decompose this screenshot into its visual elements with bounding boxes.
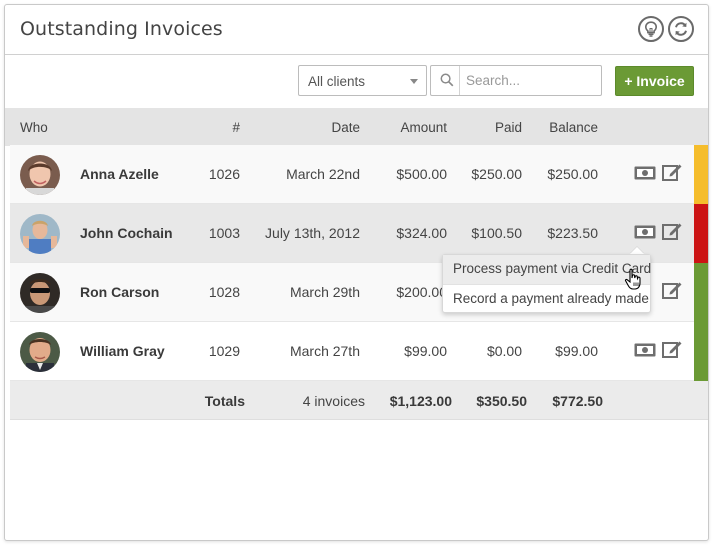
- invoice-amount: $324.00: [396, 225, 447, 241]
- status-bar-warning: [694, 145, 708, 204]
- invoice-balance: $250.00: [547, 166, 598, 182]
- lightbulb-icon: [644, 21, 658, 37]
- invoice-paid: $250.00: [471, 166, 522, 182]
- totals-paid: $350.50: [476, 393, 527, 409]
- panel-header: Outstanding Invoices: [5, 5, 708, 55]
- avatar: [20, 214, 60, 254]
- search-divider: [459, 66, 460, 95]
- invoice-paid: $0.00: [486, 343, 522, 359]
- avatar: [20, 273, 60, 313]
- invoice-amount: $200.00: [396, 284, 447, 300]
- edit-icon[interactable]: [662, 221, 683, 241]
- search-input[interactable]: [466, 70, 594, 91]
- client-name: Anna Azelle: [80, 166, 159, 182]
- col-paid: Paid: [494, 120, 522, 135]
- totals-row: Totals 4 invoices $1,123.00 $350.50 $772…: [10, 381, 708, 420]
- totals-amount: $1,123.00: [389, 393, 452, 409]
- client-filter-value: All clients: [308, 74, 366, 89]
- table-row[interactable]: Anna Azelle 1026 March 22nd $500.00 $250…: [10, 145, 694, 204]
- search-box: [430, 65, 602, 96]
- payment-menu: Process payment via Credit Card Record a…: [442, 254, 651, 313]
- table-row[interactable]: William Gray 1029 March 27th $99.00 $0.0…: [10, 322, 694, 381]
- status-bar-ok: [694, 263, 708, 322]
- invoice-amount: $500.00: [396, 166, 447, 182]
- invoice-paid: $100.50: [471, 225, 522, 241]
- status-bar-ok: [694, 322, 708, 381]
- cash-payment-icon[interactable]: [634, 225, 656, 239]
- col-who: Who: [20, 120, 48, 135]
- dropdown-arrow: [630, 247, 644, 254]
- menu-item-record-payment[interactable]: Record a payment already made: [443, 285, 650, 314]
- edit-icon[interactable]: [662, 280, 683, 300]
- invoice-balance: $99.00: [555, 343, 598, 359]
- refresh-button[interactable]: [668, 16, 694, 42]
- col-date: Date: [331, 120, 360, 135]
- invoice-date: March 22nd: [286, 166, 360, 182]
- col-balance: Balance: [549, 120, 598, 135]
- client-name: John Cochain: [80, 225, 173, 241]
- edit-icon[interactable]: [662, 339, 683, 359]
- invoice-date: March 27th: [289, 343, 360, 359]
- panel-title: Outstanding Invoices: [20, 18, 223, 40]
- client-filter-select[interactable]: All clients: [298, 65, 427, 96]
- search-icon: [440, 73, 454, 87]
- cash-payment-icon[interactable]: [634, 343, 656, 357]
- avatar: [20, 155, 60, 195]
- menu-item-credit-card[interactable]: Process payment via Credit Card: [443, 255, 651, 284]
- cash-payment-icon[interactable]: [634, 166, 656, 180]
- col-amount: Amount: [400, 120, 447, 135]
- invoice-date: March 29th: [289, 284, 360, 300]
- edit-icon[interactable]: [662, 162, 683, 182]
- refresh-icon: [675, 22, 687, 36]
- add-invoice-button[interactable]: + Invoice: [615, 66, 694, 96]
- avatar: [20, 332, 60, 372]
- client-name: William Gray: [80, 343, 165, 359]
- toolbar: All clients + Invoice: [5, 56, 708, 108]
- totals-balance: $772.50: [552, 393, 603, 409]
- client-name: Ron Carson: [80, 284, 160, 300]
- status-bar-overdue: [694, 204, 708, 263]
- invoice-balance: $223.50: [547, 225, 598, 241]
- hand-pointer-icon: [624, 268, 641, 290]
- invoice-date: July 13th, 2012: [265, 225, 360, 241]
- tips-button[interactable]: [638, 16, 664, 42]
- totals-label: Totals: [204, 393, 245, 409]
- totals-count: 4 invoices: [302, 393, 365, 409]
- caret-down-icon: [410, 79, 418, 84]
- invoice-amount: $99.00: [404, 343, 447, 359]
- table-header: Who # Date Amount Paid Balance: [5, 108, 708, 146]
